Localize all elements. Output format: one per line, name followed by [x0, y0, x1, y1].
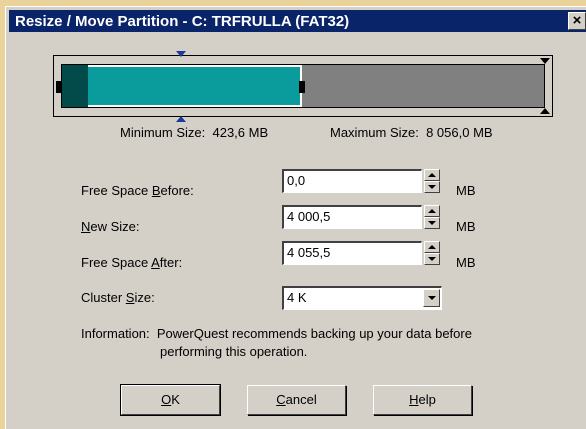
- arrow-up-icon[interactable]: [424, 241, 440, 253]
- size-marker-top-icon: [176, 51, 186, 57]
- minimum-size-text: Minimum Size: 423,6 MB: [120, 125, 269, 140]
- new-size-unit: MB: [456, 219, 476, 234]
- cluster-size-label: Cluster Size:: [81, 290, 155, 305]
- size-marker-bottom-icon: [176, 116, 186, 122]
- information-text: Information: PowerQuest recommends backi…: [81, 326, 472, 359]
- resize-move-dialog: Resize / Move Partition - C: TRFRULLA (F…: [5, 6, 586, 429]
- title-bar: Resize / Move Partition - C: TRFRULLA (F…: [9, 10, 586, 32]
- new-size-label: New Size:: [81, 219, 140, 234]
- arrow-up-icon[interactable]: [424, 169, 440, 181]
- dialog-title: Resize / Move Partition - C: TRFRULLA (F…: [15, 13, 350, 30]
- left-resize-handle[interactable]: [56, 81, 62, 93]
- new-size-spinner[interactable]: [424, 205, 440, 229]
- arrow-down-icon[interactable]: [424, 253, 440, 265]
- free-space-before-label: Free Space Before:: [81, 183, 194, 198]
- arrow-down-icon[interactable]: [424, 181, 440, 193]
- chevron-down-icon[interactable]: [423, 289, 440, 307]
- new-size-field[interactable]: 4 000,5: [282, 205, 422, 229]
- free-space-after-spinner[interactable]: [424, 241, 440, 265]
- free-space-after-field[interactable]: 4 055,5: [282, 241, 422, 265]
- close-icon[interactable]: ×: [568, 12, 586, 30]
- cluster-size-select[interactable]: 4 K: [282, 286, 442, 310]
- partition-gauge[interactable]: [53, 55, 553, 117]
- cluster-size-value: 4 K: [287, 290, 307, 305]
- arrow-up-icon[interactable]: [424, 205, 440, 217]
- free-space-after-label: Free Space After:: [81, 255, 183, 270]
- minimum-size-bar: [62, 65, 88, 107]
- arrow-down-icon[interactable]: [424, 217, 440, 229]
- right-resize-handle[interactable]: [299, 81, 305, 93]
- maximum-size-text: Maximum Size: 8 056,0 MB: [330, 125, 493, 140]
- cancel-button[interactable]: Cancel: [247, 385, 346, 415]
- right-boundary-bottom-marker-icon: [540, 108, 550, 114]
- free-space-before-spinner[interactable]: [424, 169, 440, 193]
- ok-button[interactable]: OK: [120, 384, 221, 416]
- free-space-before-unit: MB: [456, 183, 476, 198]
- free-space-after-unit: MB: [456, 255, 476, 270]
- partition-size-bar[interactable]: [62, 65, 302, 107]
- help-button[interactable]: Help: [373, 385, 472, 415]
- free-space-before-field[interactable]: 0,0: [282, 169, 422, 193]
